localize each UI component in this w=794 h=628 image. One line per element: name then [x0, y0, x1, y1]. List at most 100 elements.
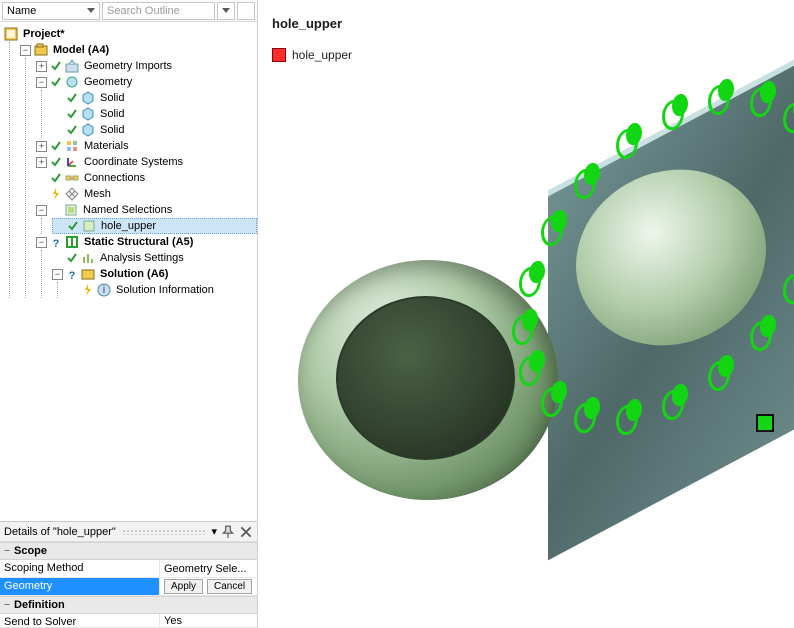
tree-analysis-settings[interactable]: Analysis Settings — [52, 250, 257, 266]
tree-label: Coordinate Systems — [82, 154, 185, 170]
status-check-icon — [67, 220, 79, 232]
tree-label: Static Structural (A5) — [82, 234, 195, 250]
tree-static-structural[interactable]: − ? Static Structural (A5) — [36, 234, 257, 250]
property-value[interactable]: Geometry Sele... — [160, 560, 257, 577]
pin-icon[interactable] — [221, 525, 235, 539]
named-selection-icon — [82, 219, 96, 233]
status-check-icon — [66, 108, 78, 120]
mesh-icon — [65, 187, 79, 201]
svg-text:i: i — [103, 284, 105, 296]
outline-tree[interactable]: Project* − Model (A4) + Geometry Imports — [0, 22, 257, 521]
property-value-geometry: Apply Cancel — [160, 578, 257, 595]
status-check-icon — [50, 140, 62, 152]
collapse-toggle[interactable]: − — [36, 205, 47, 216]
tree-solid[interactable]: Solid — [52, 122, 257, 138]
static-structural-icon — [65, 235, 79, 249]
filter-field-dropdown[interactable]: Name — [2, 2, 100, 20]
tree-label: Solution (A6) — [98, 266, 170, 282]
tree-label: Analysis Settings — [98, 250, 186, 266]
tree-label: hole_upper — [99, 218, 158, 234]
solid-icon — [81, 123, 95, 137]
chevron-down-icon — [87, 8, 95, 13]
close-icon[interactable] — [239, 525, 253, 539]
tree-solid[interactable]: Solid — [52, 90, 257, 106]
geometry-imports-icon — [65, 59, 79, 73]
tree-label: Named Selections — [81, 202, 174, 218]
tree-label: Solid — [98, 106, 126, 122]
tree-project[interactable]: Project* — [4, 26, 257, 42]
property-name: Scoping Method — [0, 560, 160, 577]
panel-dropdown-button[interactable]: ▾ — [211, 525, 217, 538]
solution-icon — [81, 267, 95, 281]
status-check-icon — [50, 172, 62, 184]
cancel-button[interactable]: Cancel — [207, 579, 252, 594]
filter-field-label: Name — [7, 5, 36, 17]
graphics-viewport[interactable]: hole_upper hole_upper — [258, 0, 794, 628]
tree-label: Solution Information — [114, 282, 216, 298]
selected-hole-face — [672, 93, 688, 118]
solid-icon — [81, 91, 95, 105]
analysis-settings-icon — [81, 251, 95, 265]
expand-toggle[interactable]: + — [36, 157, 47, 168]
tree-geometry-imports[interactable]: + Geometry Imports — [36, 58, 257, 74]
search-clear-button[interactable] — [237, 2, 255, 20]
status-check-icon — [66, 252, 78, 264]
panel-grip-icon — [122, 529, 206, 535]
details-section-scope[interactable]: − Scope — [0, 542, 257, 560]
status-bolt-icon — [50, 188, 62, 200]
details-title-text: Details of "hole_upper" — [4, 526, 116, 538]
outline-search-input[interactable]: Search Outline — [102, 2, 215, 20]
search-options-dropdown[interactable] — [217, 2, 235, 20]
section-collapse-toggle[interactable]: − — [0, 545, 14, 557]
selection-probe-icon — [756, 414, 774, 432]
connections-icon — [65, 171, 79, 185]
status-bolt-icon — [82, 284, 94, 296]
apply-button[interactable]: Apply — [164, 579, 203, 594]
tree-connections[interactable]: Connections — [36, 170, 257, 186]
tree-label: Geometry — [82, 74, 134, 90]
property-name: Send to Solver — [0, 614, 160, 627]
collapse-toggle[interactable]: − — [36, 77, 47, 88]
details-title-bar[interactable]: Details of "hole_upper" ▾ — [0, 522, 257, 542]
section-collapse-toggle[interactable]: − — [0, 599, 14, 611]
materials-icon — [65, 139, 79, 153]
details-row-send-to-solver[interactable]: Send to Solver Yes — [0, 614, 257, 628]
search-placeholder: Search Outline — [107, 5, 180, 17]
status-question-icon: ? — [66, 268, 78, 280]
property-value[interactable]: Yes — [160, 614, 257, 627]
tree-solution-information[interactable]: i Solution Information — [68, 282, 257, 298]
solution-information-icon: i — [97, 283, 111, 297]
tree-named-selections[interactable]: − Named Selections — [36, 202, 257, 218]
details-section-definition[interactable]: − Definition — [0, 596, 257, 614]
tree-coordinate-systems[interactable]: + Coordinate Systems — [36, 154, 257, 170]
tree-solution[interactable]: − ? Solution (A6) — [52, 266, 257, 282]
collapse-toggle[interactable]: − — [36, 237, 47, 248]
coordinate-systems-icon — [65, 155, 79, 169]
details-row-scoping-method[interactable]: Scoping Method Geometry Sele... — [0, 560, 257, 578]
expand-toggle[interactable]: + — [36, 141, 47, 152]
tree-materials[interactable]: + Materials — [36, 138, 257, 154]
scene-3d[interactable] — [258, 0, 794, 628]
geometry-icon — [65, 75, 79, 89]
tree-label: Solid — [98, 90, 126, 106]
expand-toggle[interactable]: + — [36, 61, 47, 72]
tree-label: Mesh — [82, 186, 113, 202]
outline-filter-bar: Name Search Outline — [0, 0, 257, 22]
tree-mesh[interactable]: Mesh — [36, 186, 257, 202]
tree-solid[interactable]: Solid — [52, 106, 257, 122]
collapse-toggle[interactable]: − — [20, 45, 31, 56]
tree-label: Solid — [98, 122, 126, 138]
details-row-geometry[interactable]: Geometry Apply Cancel — [0, 578, 257, 596]
details-panel: Details of "hole_upper" ▾ − Scope Scopin… — [0, 521, 257, 628]
tree-label: Project* — [21, 26, 67, 42]
section-label: Scope — [14, 545, 47, 557]
tree-hole-upper[interactable]: hole_upper — [52, 218, 257, 234]
status-question-icon: ? — [50, 236, 62, 248]
solid-icon — [81, 107, 95, 121]
tree-geometry[interactable]: − Geometry — [36, 74, 257, 90]
tree-model[interactable]: − Model (A4) — [20, 42, 257, 58]
status-check-icon — [66, 124, 78, 136]
chevron-down-icon — [222, 8, 230, 13]
collapse-toggle[interactable]: − — [52, 269, 63, 280]
tree-label: Materials — [82, 138, 131, 154]
